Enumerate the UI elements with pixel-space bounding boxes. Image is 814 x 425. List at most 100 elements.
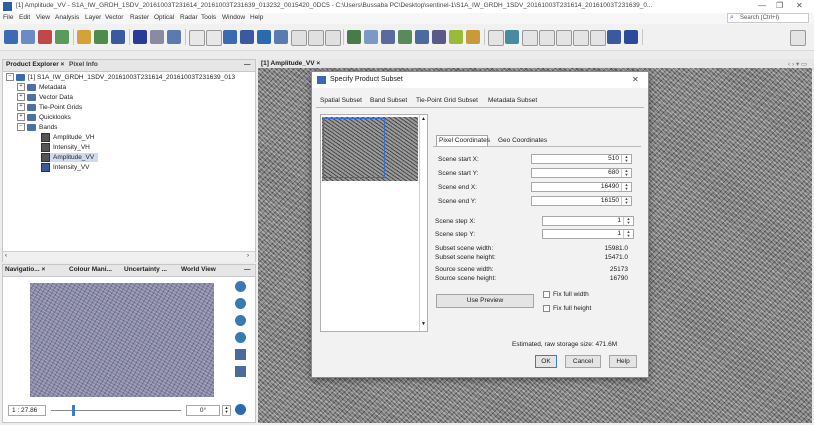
globe-icon[interactable] xyxy=(257,30,271,44)
maximize-button[interactable]: ❐ xyxy=(776,1,783,10)
spectrum-icon[interactable] xyxy=(223,30,237,44)
redo-icon[interactable] xyxy=(55,30,69,44)
spinner-arrows-icon[interactable]: ▲ ▼ xyxy=(621,155,631,163)
menu-layer[interactable]: Layer xyxy=(85,14,101,21)
scene-end-x-spinner[interactable]: 16490 ▲ ▼ xyxy=(531,182,632,192)
mask-icon[interactable] xyxy=(150,30,164,44)
help-icon[interactable] xyxy=(235,404,246,415)
tab-amplitude-vv[interactable]: [1] Amplitude_VV × xyxy=(261,60,320,67)
spinner-arrows-icon[interactable]: ▲ ▼ xyxy=(623,217,633,225)
panel-minimize-button[interactable]: — xyxy=(244,61,251,68)
scene-step-y-spinner[interactable]: 1 ▲ ▼ xyxy=(542,229,634,239)
tab-tie-point-grid-subset[interactable]: Tie-Point Grid Subset xyxy=(416,97,478,104)
scene-step-x-spinner[interactable]: 1 ▲ ▼ xyxy=(542,216,634,226)
scroll-down-icon[interactable]: ▼ xyxy=(421,321,426,327)
ellipse-tool-icon[interactable] xyxy=(624,30,638,44)
band-intensity-vh[interactable]: Intensity_VH xyxy=(41,143,90,152)
tree-node-tie-point-grids[interactable]: + Tie-Point Grids xyxy=(17,103,82,112)
zoom-in-icon[interactable] xyxy=(235,281,246,292)
menu-radar[interactable]: Radar xyxy=(180,14,198,21)
tab-band-subset[interactable]: Band Subset xyxy=(370,97,407,104)
batch-icon[interactable] xyxy=(364,30,378,44)
menu-optical[interactable]: Optical xyxy=(154,14,174,21)
dialog-close-button[interactable]: ✕ xyxy=(632,75,639,84)
collapse-icon[interactable]: − xyxy=(17,123,25,132)
band-amplitude-vh[interactable]: Amplitude_VH xyxy=(41,133,95,142)
save-product-icon[interactable] xyxy=(21,30,35,44)
expand-icon[interactable]: + xyxy=(17,113,25,122)
menu-window[interactable]: Window xyxy=(222,14,245,21)
expand-icon[interactable]: + xyxy=(17,93,25,102)
panel-minimize-button[interactable]: — xyxy=(244,266,251,273)
rotation-field[interactable]: 0° xyxy=(186,405,220,416)
tab-spatial-subset[interactable]: Spatial Subset xyxy=(320,97,362,104)
menu-edit[interactable]: Edit xyxy=(19,14,30,21)
zoom-tool-icon[interactable] xyxy=(505,30,519,44)
rectangle-tool-icon[interactable] xyxy=(607,30,621,44)
spinner-arrows-icon[interactable]: ▲ ▼ xyxy=(623,230,633,238)
scene-end-y-spinner[interactable]: 16150 ▲ ▼ xyxy=(531,196,632,206)
layer-icon[interactable] xyxy=(167,30,181,44)
flag-icon[interactable] xyxy=(133,30,147,44)
scale-field[interactable]: 1 : 27.86 xyxy=(8,405,46,416)
close-button[interactable]: ✕ xyxy=(796,1,803,10)
tab-uncertainty[interactable]: Uncertainty ... xyxy=(124,266,167,273)
view-controls[interactable]: ‹ › ▾ ▭ xyxy=(788,60,807,68)
zoom-slider-track[interactable] xyxy=(51,410,181,411)
draw-rect-icon[interactable] xyxy=(189,30,205,46)
help-button[interactable]: Help xyxy=(609,355,637,368)
search-input[interactable]: ⌕ Search (Ctrl+I) xyxy=(727,13,809,23)
pan-tool-icon[interactable] xyxy=(522,30,538,46)
zoom-pixel-icon[interactable] xyxy=(235,315,246,326)
tree-node-quicklooks[interactable]: + Quicklooks xyxy=(17,113,71,122)
band-amplitude-vv[interactable]: Amplitude_VV xyxy=(41,153,99,162)
minimize-button[interactable]: — xyxy=(758,1,766,10)
gcp-icon[interactable] xyxy=(415,30,429,44)
sync-views-icon[interactable] xyxy=(235,349,246,360)
select-tool-icon[interactable] xyxy=(488,30,504,46)
sigma-icon[interactable] xyxy=(325,30,341,46)
menu-view[interactable]: View xyxy=(36,14,50,21)
open-product-icon[interactable] xyxy=(4,30,18,44)
wizard-icon[interactable] xyxy=(466,30,480,44)
scroll-right-icon[interactable]: › xyxy=(247,253,249,259)
scroll-up-icon[interactable]: ▲ xyxy=(421,116,426,122)
fix-full-width-checkbox[interactable] xyxy=(543,291,550,298)
spinner-arrows-icon[interactable]: ▲ ▼ xyxy=(621,169,631,177)
subtab-pixel-coordinates[interactable]: Pixel Coordinates xyxy=(439,137,490,144)
tree-node-metadata[interactable]: + Metadata xyxy=(17,83,66,92)
band-intensity-vv[interactable]: Intensity_VV xyxy=(41,163,90,172)
ok-button[interactable]: OK xyxy=(535,355,557,368)
tab-pixel-info[interactable]: Pixel Info xyxy=(69,61,98,68)
filter-icon[interactable] xyxy=(94,30,108,44)
zoom-out-icon[interactable] xyxy=(235,298,246,309)
horizontal-scrollbar[interactable]: ‹ › xyxy=(3,251,255,262)
preview-area[interactable]: ▲ ▼ xyxy=(320,114,428,332)
draw-polygon-icon[interactable] xyxy=(206,30,222,46)
pin-tool-icon[interactable] xyxy=(539,30,555,46)
tree-node-bands[interactable]: − Bands xyxy=(17,123,57,132)
expand-icon[interactable]: + xyxy=(17,83,25,92)
sync-cursor-icon[interactable] xyxy=(235,366,246,377)
undo-icon[interactable] xyxy=(38,30,52,44)
subtab-geo-coordinates[interactable]: Geo Coordinates xyxy=(498,137,547,144)
tab-metadata-subset[interactable]: Metadata Subset xyxy=(488,97,537,104)
menu-tools[interactable]: Tools xyxy=(201,14,216,21)
scroll-left-icon[interactable]: ‹ xyxy=(5,253,7,259)
zoom-slider-thumb[interactable] xyxy=(72,405,75,416)
band-maths-icon[interactable] xyxy=(77,30,91,44)
subset-rectangle[interactable] xyxy=(323,118,385,178)
tree-root[interactable]: − [1] S1A_IW_GRDH_1SDV_20161003T231614_20… xyxy=(6,73,235,82)
tree-node-vector-data[interactable]: + Vector Data xyxy=(17,93,73,102)
menu-help[interactable]: Help xyxy=(250,14,263,21)
tab-navigation[interactable]: Navigatio... × xyxy=(5,266,45,273)
expand-icon[interactable]: + xyxy=(17,103,25,112)
tab-product-explorer[interactable]: Product Explorer × xyxy=(6,61,64,68)
polyline-tool-icon[interactable] xyxy=(590,30,606,46)
toolbar-overflow-icon[interactable] xyxy=(790,30,806,46)
scatter-plot-icon[interactable] xyxy=(291,30,307,46)
menu-vector[interactable]: Vector xyxy=(105,14,123,21)
use-preview-button[interactable]: Use Preview xyxy=(436,294,534,308)
spinner-arrows-icon[interactable]: ▲ ▼ xyxy=(621,183,631,191)
rotation-spinner[interactable]: ▲ ▼ xyxy=(222,405,231,416)
